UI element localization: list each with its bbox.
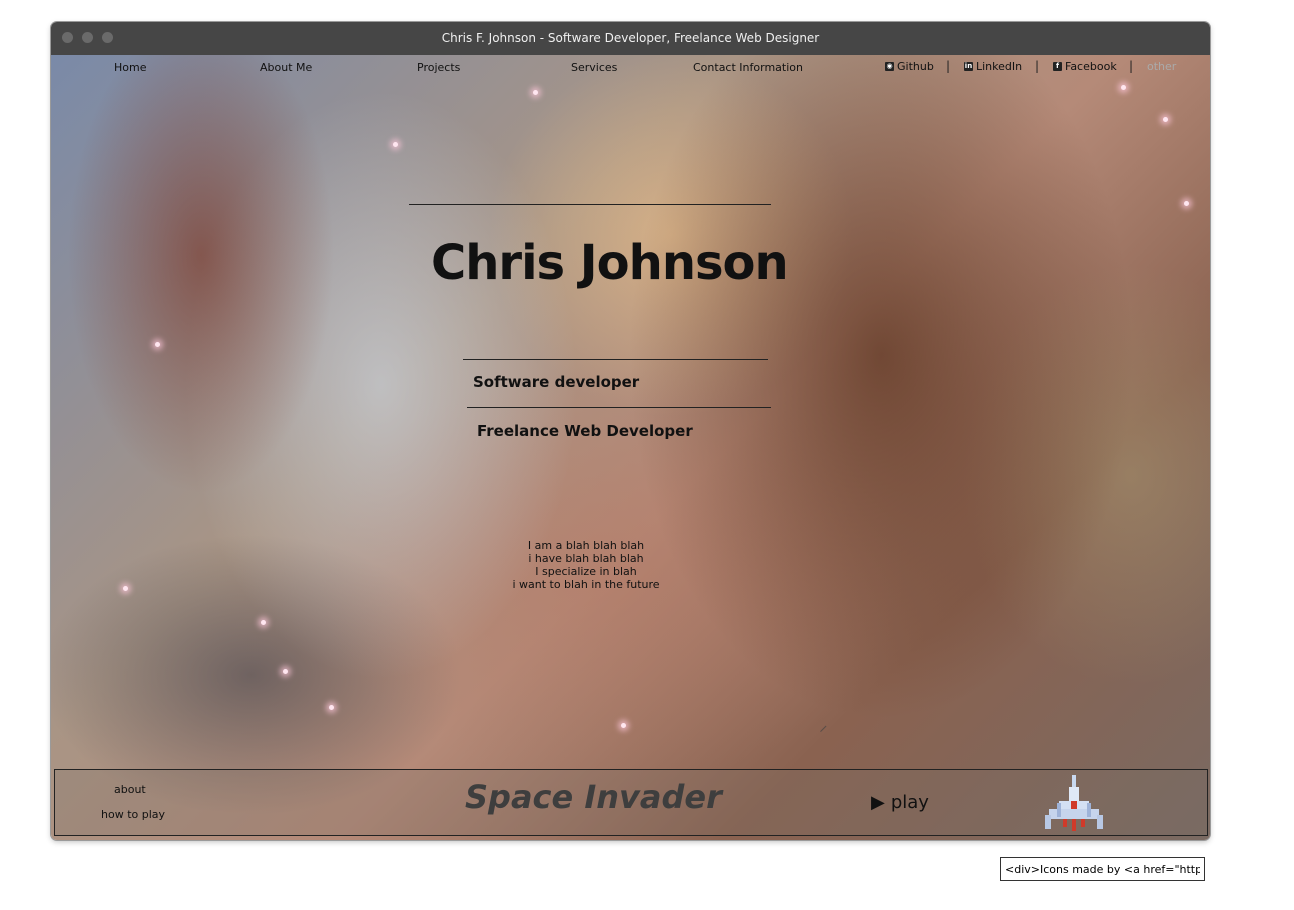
about-line: I specialize in blah <box>535 565 637 578</box>
nav-contact-information[interactable]: Contact Information <box>693 61 803 74</box>
play-triangle-icon: ▶ <box>871 792 885 813</box>
nav-other[interactable]: other <box>1147 60 1176 73</box>
star-decoration <box>329 705 334 710</box>
star-decoration <box>1163 117 1168 122</box>
spaceship-icon <box>1045 775 1103 831</box>
resize-handle-icon[interactable] <box>814 719 827 733</box>
about-line: I am a blah blah blah <box>527 539 645 552</box>
page-title: Chris Johnson <box>431 235 789 291</box>
github-label: Github <box>897 60 934 73</box>
about-line: i have blah blah blah <box>528 552 644 565</box>
linkedin-label: LinkedIn <box>976 60 1023 73</box>
divider <box>467 407 771 408</box>
facebook-icon: f <box>1053 62 1062 71</box>
title-bar: Chris F. Johnson - Software Developer, F… <box>51 22 1210 55</box>
star-decoration <box>1121 85 1126 90</box>
window-title: Chris F. Johnson - Software Developer, F… <box>441 31 820 45</box>
nav-about-me[interactable]: About Me <box>260 61 312 74</box>
game-how-to-play-link[interactable]: how to play <box>101 808 165 821</box>
icon-credit-field[interactable] <box>1000 857 1205 881</box>
nav-separator: | <box>1129 59 1134 73</box>
star-decoration <box>123 586 128 591</box>
divider <box>463 359 768 360</box>
game-title: Space Invader <box>465 778 722 816</box>
star-decoration <box>393 142 398 147</box>
github-icon: ◉ <box>885 62 894 71</box>
facebook-link[interactable]: f Facebook <box>1053 60 1117 73</box>
linkedin-icon: in <box>964 62 973 71</box>
star-decoration <box>1184 201 1189 206</box>
play-button[interactable]: ▶ play <box>871 792 929 813</box>
star-decoration <box>155 342 160 347</box>
star-decoration <box>261 620 266 625</box>
nav-separator: | <box>946 59 951 73</box>
divider <box>409 204 771 205</box>
about-summary: I am a blah blah blah i have blah blah b… <box>491 539 681 591</box>
star-decoration <box>533 90 538 95</box>
page-content: Home About Me Projects Services Contact … <box>51 55 1210 840</box>
game-about-link[interactable]: about <box>114 783 146 796</box>
facebook-label: Facebook <box>1065 60 1117 73</box>
role-software-developer: Software developer <box>473 373 640 391</box>
role-freelance-web-developer: Freelance Web Developer <box>477 422 693 440</box>
play-label: play <box>890 792 929 813</box>
star-decoration <box>283 669 288 674</box>
browser-window: Chris F. Johnson - Software Developer, F… <box>51 22 1210 840</box>
star-decoration <box>621 723 626 728</box>
game-panel: about how to play Space Invader ▶ play <box>54 769 1208 836</box>
nav-separator: | <box>1035 59 1040 73</box>
nav-projects[interactable]: Projects <box>417 61 460 74</box>
about-line: i want to blah in the future <box>512 578 660 591</box>
nav-services[interactable]: Services <box>571 61 617 74</box>
nav-home[interactable]: Home <box>114 61 146 74</box>
github-link[interactable]: ◉ Github <box>885 60 934 73</box>
linkedin-link[interactable]: in LinkedIn <box>964 60 1022 73</box>
